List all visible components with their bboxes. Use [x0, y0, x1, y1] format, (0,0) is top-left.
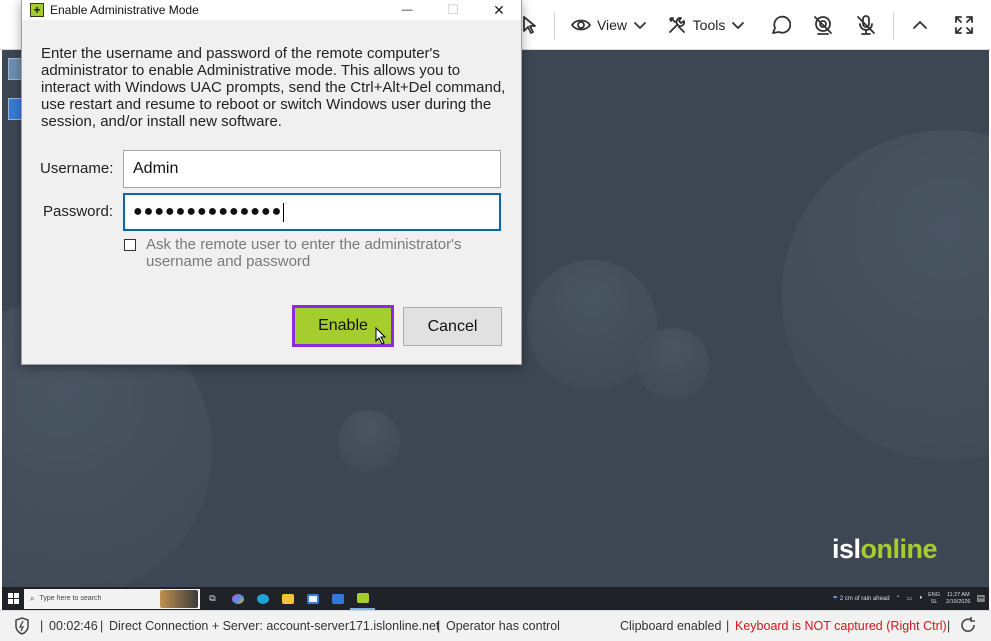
session-timer: 00:02:46	[49, 619, 98, 633]
refresh-icon[interactable]	[959, 616, 977, 637]
collapse-toolbar-icon[interactable]	[903, 0, 937, 50]
text-caret	[283, 202, 285, 222]
mail-icon[interactable]	[325, 587, 350, 610]
fullscreen-icon[interactable]	[946, 0, 982, 50]
chevron-down-icon	[732, 22, 745, 29]
search-highlight-image	[160, 589, 198, 608]
chevron-down-icon	[634, 22, 646, 29]
weather-icon: ☂	[832, 596, 838, 602]
password-value: ●●●●●●●●●●●●●●	[133, 203, 283, 220]
status-separator: |	[100, 619, 104, 633]
file-explorer-icon[interactable]	[275, 587, 300, 610]
maximize-button: ☐	[447, 2, 459, 17]
minimize-button[interactable]: —	[384, 0, 430, 20]
system-tray: ☂ 2 cm of rain ahead ⌃ ▭ 🕨 ENG SL 11:27 …	[833, 587, 985, 610]
network-icon[interactable]: ▭	[907, 595, 913, 602]
toolbar-divider	[893, 13, 894, 39]
cancel-button[interactable]: Cancel	[403, 307, 502, 346]
status-bar: | 00:02:46 | Direct Connection + Server:…	[0, 610, 991, 641]
close-button[interactable]: ✕	[476, 0, 522, 20]
password-label: Password:	[43, 203, 114, 220]
wallpaper-bubble	[338, 410, 400, 472]
taskbar-date: 2/19/2026	[946, 598, 971, 605]
language-line1: ENG	[928, 591, 941, 598]
webcam-off-icon[interactable]	[805, 0, 841, 50]
status-separator: |	[947, 619, 951, 633]
tools-menu-button[interactable]: Tools	[664, 0, 748, 50]
ask-remote-user-checkbox[interactable]	[124, 239, 136, 251]
task-view-icon[interactable]: ⧉	[200, 587, 225, 610]
search-icon: ⌕	[30, 593, 35, 603]
language-indicator[interactable]: ENG SL	[928, 592, 940, 606]
windows-start-icon[interactable]	[2, 587, 24, 610]
toolbar-divider	[554, 13, 555, 39]
enable-admin-mode-dialog: + Enable Administrative Mode — ☐ ✕ Enter…	[21, 0, 522, 365]
username-label: Username:	[40, 160, 114, 177]
wallpaper-bubble	[637, 328, 709, 400]
islonline-logo: islonline	[832, 534, 938, 564]
microphone-off-icon[interactable]	[848, 0, 884, 50]
copilot-icon[interactable]	[225, 587, 250, 610]
remote-taskbar: ⌕ Type here to search ⧉ ☂ 2 cm of rain a…	[2, 587, 989, 610]
view-menu-button[interactable]: View	[570, 0, 648, 50]
weather-text[interactable]: 2 cm of rain ahead	[840, 596, 890, 602]
language-line2: SL	[930, 598, 938, 605]
tray-overflow-icon[interactable]: ⌃	[896, 595, 901, 602]
connection-info: Direct Connection + Server: account-serv…	[109, 619, 440, 633]
store-icon[interactable]	[300, 587, 325, 610]
dialog-description: Enter the username and password of the r…	[41, 45, 506, 130]
username-value: Admin	[133, 160, 179, 177]
mouse-cursor-icon	[375, 327, 387, 345]
username-input[interactable]: Admin	[123, 150, 501, 188]
edge-icon[interactable]	[250, 587, 275, 610]
notification-icon[interactable]: ▤	[976, 593, 985, 604]
status-separator: |	[40, 619, 44, 633]
volume-icon[interactable]: 🕨	[918, 595, 922, 602]
dialog-titlebar[interactable]: + Enable Administrative Mode — ☐ ✕	[22, 0, 521, 20]
keyboard-capture-status[interactable]: Keyboard is NOT captured (Right Ctrl)	[735, 619, 947, 633]
taskbar-clock[interactable]: 11:27 AM 2/19/2026	[946, 592, 970, 606]
shield-icon[interactable]	[14, 617, 30, 638]
clipboard-status[interactable]: Clipboard enabled	[620, 619, 721, 633]
keyboard-capture-hint: (Right Ctrl)	[886, 619, 947, 633]
keyboard-capture-text: Keyboard is NOT captured	[735, 619, 883, 633]
control-status: Operator has control	[446, 619, 560, 633]
password-input[interactable]: ●●●●●●●●●●●●●●	[123, 193, 501, 231]
status-separator: |	[726, 619, 730, 633]
tools-icon	[668, 17, 685, 33]
taskbar-time: 11:27 AM	[946, 591, 970, 598]
chat-icon[interactable]	[762, 0, 798, 50]
dialog-title: Enable Administrative Mode	[50, 3, 199, 17]
add-icon: +	[30, 3, 44, 17]
eye-icon	[571, 19, 591, 31]
status-separator: |	[437, 619, 441, 633]
ask-remote-user-label[interactable]: Ask the remote user to enter the adminis…	[146, 236, 506, 270]
tools-menu-label: Tools	[692, 17, 726, 33]
islonline-taskbar-icon[interactable]	[350, 587, 375, 610]
view-menu-label: View	[596, 17, 628, 33]
wallpaper-bubble	[782, 130, 989, 460]
taskbar-search-placeholder: Type here to search	[39, 595, 102, 602]
taskbar-search-box[interactable]: ⌕ Type here to search	[24, 588, 200, 609]
